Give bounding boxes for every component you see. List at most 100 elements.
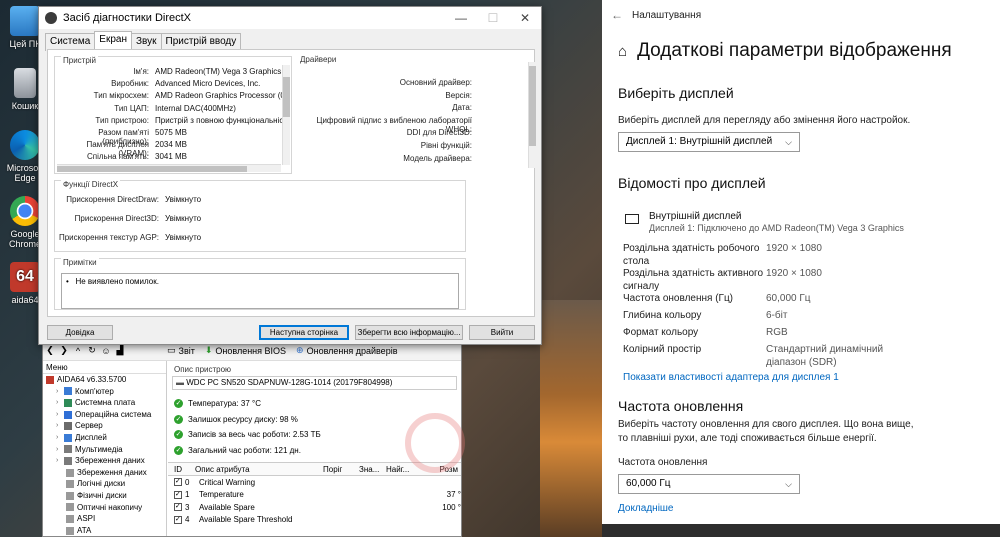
more-info-link[interactable]: Докладніше <box>618 503 674 514</box>
aida64-window: ❮ ❯ ^ ↻ ☺ ▟ ▭ Звіт ⬇ Оновлення BIOS ⊕ Он… <box>42 340 465 537</box>
checkbox-icon[interactable]: ✓ <box>174 503 182 512</box>
display-select[interactable]: Дисплей 1: Внутрішній дисплей ⌵ <box>618 132 800 152</box>
attr-raw: 100 ° <box>442 502 461 512</box>
device-scrollbar[interactable] <box>282 65 290 165</box>
drivers-group: Драйвери Основний драйвер: Версія: Дата: Ци… <box>298 55 474 174</box>
attr-row[interactable]: ✓ 1 Temperature 37 ° <box>168 489 461 502</box>
report-icon[interactable]: ▭ <box>167 345 176 356</box>
device-hscrollbar[interactable] <box>57 164 281 172</box>
tree-item-icon <box>64 456 72 465</box>
maximize-icon[interactable]: ☐ <box>477 11 509 25</box>
tree-item[interactable]: Фізичні диски <box>43 490 166 502</box>
bios-update-button[interactable]: Оновлення BIOS <box>215 346 286 356</box>
tree-item-icon <box>64 422 72 431</box>
help-button[interactable]: Довідка <box>47 325 113 340</box>
drivers-scrollbar[interactable] <box>528 62 536 168</box>
driver-key: Модель драйвера: <box>403 153 472 163</box>
close-icon[interactable]: ✕ <box>509 11 541 25</box>
col-threshold[interactable]: Поріг <box>323 465 359 474</box>
tree-item[interactable]: › Дисплей <box>43 432 166 444</box>
device-group: Пристрій Ім'я: AMD Radeon(TM) Vega 3 Grap… <box>54 56 292 174</box>
features-group: Функції DirectX Прискорення DirectDraw: У… <box>54 180 466 252</box>
report-button[interactable]: Звіт <box>179 346 195 356</box>
attr-row[interactable]: ✓ 0 Critical Warning <box>168 476 461 489</box>
expand-icon[interactable]: › <box>56 420 64 432</box>
computer-icon <box>10 6 40 36</box>
col-value[interactable]: Зна... <box>359 465 386 474</box>
device-desc-row[interactable]: ▬ WDC PC SN520 SDAPNUW-128G-1014 (20179F… <box>172 376 457 390</box>
attr-row[interactable]: ✓ 3 Available Spare 100 ° <box>168 501 461 514</box>
tree-item-icon <box>66 514 74 523</box>
status-text: Залишок ресурсу диску: 98 % <box>188 414 298 424</box>
tree-item[interactable]: ATA <box>43 525 166 537</box>
forward-icon[interactable]: ❯ <box>57 345 71 356</box>
feature-value: Увімкнуто <box>165 214 202 223</box>
device-key: Ім'я: <box>133 67 149 76</box>
expand-icon[interactable]: › <box>56 444 64 456</box>
driver-value <box>472 141 478 150</box>
driver-update-icon[interactable]: ⊕ <box>296 345 304 356</box>
tree-item[interactable]: Збереження даних <box>43 467 166 479</box>
attr-row[interactable]: ✓ 4 Available Spare Threshold <box>168 514 461 527</box>
next-page-button[interactable]: Наступна сторінка <box>259 325 349 340</box>
notes-group-title: Примітки <box>61 258 99 267</box>
tree-item[interactable]: ASPI <box>43 513 166 525</box>
user-icon[interactable]: ☺ <box>99 346 113 356</box>
col-id[interactable]: ID <box>168 465 195 474</box>
expand-icon[interactable]: › <box>56 455 64 467</box>
tree-item-icon <box>66 526 74 535</box>
display-info-value: RGB <box>766 327 788 338</box>
drive-icon: ▬ <box>176 378 184 387</box>
aida-menu[interactable]: Меню <box>43 361 166 374</box>
features-group-title: Функції DirectX <box>61 180 121 189</box>
bios-update-icon[interactable]: ⬇ <box>205 345 213 356</box>
exit-button[interactable]: Вийти <box>469 325 535 340</box>
tree-item[interactable]: AIDA64 v6.33.5700 <box>43 374 166 386</box>
device-group-title: Пристрій <box>61 56 99 65</box>
driver-row: DDI для Direct3D: <box>298 128 478 137</box>
checkbox-icon[interactable]: ✓ <box>174 490 182 499</box>
driver-key: Основний драйвер: <box>399 78 472 87</box>
chart-icon[interactable]: ▟ <box>113 345 127 356</box>
back-arrow-icon[interactable]: ← <box>602 8 632 22</box>
tree-item[interactable]: Оптичні накопичу <box>43 502 166 514</box>
expand-icon[interactable]: › <box>56 386 64 398</box>
driver-update-button[interactable]: Оновлення драйверів <box>307 346 398 356</box>
tree-item-icon <box>64 433 72 442</box>
adapter-properties-link[interactable]: Показати властивості адаптера для диспле… <box>623 372 839 383</box>
display-info-value: 60,000 Гц <box>766 293 811 304</box>
back-icon[interactable]: ❮ <box>43 345 57 356</box>
minimize-icon[interactable]: — <box>445 11 477 25</box>
save-info-button[interactable]: Зберегти всю інформацію... <box>355 325 463 340</box>
device-value: Пристрій з повною функціональністю ди <box>155 115 283 125</box>
tree-item-label: Фізичні диски <box>77 490 127 500</box>
tree-item[interactable]: › Сервер <box>43 420 166 432</box>
col-desc[interactable]: Опис атрибута <box>195 465 323 474</box>
tree-item-icon <box>66 480 74 489</box>
dxdiag-titlebar[interactable]: Засіб діагностики DirectX — ☐ ✕ <box>39 7 541 29</box>
tree-item[interactable]: › Комп'ютер <box>43 386 166 398</box>
display-info-key: Частота оновлення (Гц) <box>623 293 734 304</box>
expand-icon[interactable]: › <box>56 397 64 409</box>
checkbox-icon[interactable]: ✓ <box>174 515 182 524</box>
expand-icon[interactable]: › <box>56 409 64 421</box>
tree-item[interactable]: › Операційна система <box>43 409 166 421</box>
device-row: Тип ЦАП: Internal DAC(400MHz) <box>55 104 283 113</box>
refresh-icon[interactable]: ↻ <box>85 345 99 356</box>
expand-icon[interactable]: › <box>56 432 64 444</box>
tab-display[interactable]: Екран <box>94 31 132 49</box>
tree-item[interactable]: › Мультимедіа <box>43 444 166 456</box>
dxdiag-app-icon <box>45 12 57 24</box>
up-icon[interactable]: ^ <box>71 346 85 356</box>
choose-display-heading: Виберіть дисплей <box>618 85 734 101</box>
tree-item[interactable]: Логічні диски <box>43 478 166 490</box>
tree-item-label: ATA <box>77 525 92 535</box>
settings-titlebar[interactable]: ← Налаштування <box>602 0 1000 30</box>
tree-item[interactable]: › Системна плата <box>43 397 166 409</box>
home-icon[interactable]: ⌂ <box>618 43 627 60</box>
display-info-row: Формат кольору RGB <box>623 326 906 339</box>
checkbox-icon[interactable]: ✓ <box>174 478 182 487</box>
display-info-row: Роздільна здатність робочого стола 1920 ×… <box>623 242 906 268</box>
tree-item[interactable]: › Збереження даних <box>43 455 166 467</box>
refresh-select[interactable]: 60,000 Гц ⌵ <box>618 474 800 494</box>
